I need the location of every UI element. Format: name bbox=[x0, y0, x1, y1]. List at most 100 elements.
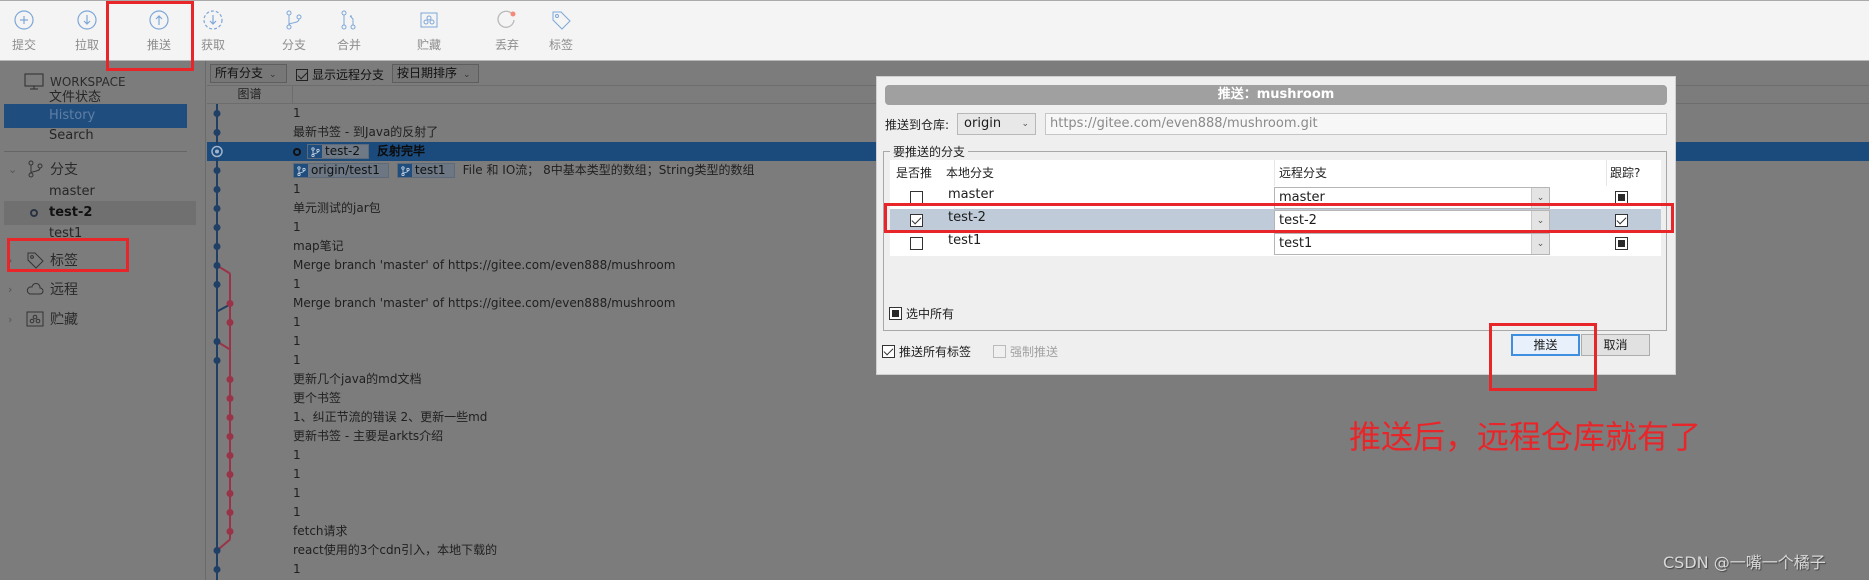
sidebar-group-tags[interactable]: › 标签 bbox=[8, 250, 78, 270]
push-checkbox[interactable] bbox=[910, 191, 923, 204]
tag-button[interactable]: 标签 bbox=[541, 9, 581, 53]
branch-row[interactable]: test1 test1 ⌄ bbox=[890, 232, 1661, 255]
branch-icon bbox=[397, 164, 412, 177]
chevron-down-icon: ⌄ bbox=[463, 70, 471, 80]
commit-button[interactable]: 提交 bbox=[4, 9, 44, 53]
show-remote-branches-checkbox[interactable]: 显示远程分支 bbox=[296, 66, 384, 83]
sort-select[interactable]: 按日期排序 ⌄ bbox=[392, 64, 479, 83]
graph-node[interactable] bbox=[226, 452, 234, 459]
remote-branch-select[interactable]: test1 ⌄ bbox=[1274, 233, 1550, 255]
push-checkbox[interactable] bbox=[910, 237, 923, 250]
merge-button[interactable]: 合并 bbox=[329, 9, 369, 53]
repo-value: origin bbox=[964, 116, 1002, 131]
sidebar-group-branches[interactable]: ⌄ 分支 bbox=[8, 159, 78, 179]
remote-branch-select[interactable]: test-2 ⌄ bbox=[1274, 210, 1550, 232]
graph-node[interactable] bbox=[226, 376, 234, 383]
push-all-tags-checkbox[interactable] bbox=[882, 345, 895, 358]
fetch-button[interactable]: 获取 bbox=[193, 9, 233, 53]
branch-row[interactable]: master master ⌄ bbox=[890, 186, 1661, 209]
branch-tag[interactable]: origin/test1 bbox=[293, 163, 389, 178]
repo-select[interactable]: origin ⌄ bbox=[957, 113, 1037, 135]
commit-row[interactable]: 1 bbox=[207, 465, 1869, 484]
chevron-down-icon: ⌄ bbox=[269, 70, 277, 80]
checkbox-icon bbox=[296, 68, 308, 81]
branch-filter-select[interactable]: 所有分支 ⌄ bbox=[210, 64, 287, 83]
push-button[interactable]: 推送 bbox=[139, 9, 179, 53]
remote-branch-select[interactable]: master ⌄ bbox=[1274, 187, 1550, 209]
graph-node[interactable] bbox=[213, 262, 221, 269]
current-branch-icon bbox=[30, 209, 38, 217]
graph-node[interactable] bbox=[213, 224, 221, 231]
dialog-cancel-button[interactable]: 取消 bbox=[1581, 334, 1650, 356]
push-checkbox[interactable] bbox=[910, 214, 923, 227]
graph-node[interactable] bbox=[213, 357, 221, 364]
graph-node[interactable] bbox=[213, 129, 221, 136]
branch-tag[interactable]: test1 bbox=[396, 163, 455, 178]
graph-node[interactable] bbox=[226, 433, 234, 440]
branches-label: 分支 bbox=[50, 162, 78, 178]
col-track: 跟踪? bbox=[1606, 160, 1640, 186]
graph-node[interactable] bbox=[226, 300, 234, 307]
local-branch: test1 bbox=[948, 233, 982, 248]
track-checkbox[interactable] bbox=[1615, 214, 1628, 227]
chevron-down-icon: ⌄ bbox=[1531, 234, 1549, 254]
repo-url-field[interactable]: https://gitee.com/even888/mushroom.git bbox=[1045, 113, 1667, 135]
graph-node[interactable] bbox=[213, 281, 221, 288]
graph-node[interactable] bbox=[213, 547, 221, 554]
branch-name: test1 bbox=[49, 226, 83, 241]
remote-branch-value: test1 bbox=[1279, 236, 1313, 251]
graph-node[interactable] bbox=[226, 319, 234, 326]
branch-button[interactable]: 分支 bbox=[274, 9, 314, 53]
track-checkbox[interactable] bbox=[1615, 237, 1628, 250]
graph-node[interactable] bbox=[213, 186, 221, 193]
commit-message: 更个书签 bbox=[293, 391, 342, 405]
branch-tag-label: test-2 bbox=[325, 144, 361, 158]
graph-node[interactable] bbox=[213, 110, 221, 117]
stash-icon bbox=[420, 12, 438, 28]
graph-node[interactable] bbox=[226, 471, 234, 478]
commit-row[interactable]: 1 bbox=[207, 484, 1869, 503]
force-push-checkbox[interactable] bbox=[993, 345, 1007, 358]
graph-node[interactable] bbox=[226, 490, 234, 497]
commit-message: 1 bbox=[293, 353, 301, 367]
pull-button[interactable]: 拉取 bbox=[67, 9, 107, 53]
tag-icon bbox=[27, 252, 44, 269]
track-checkbox[interactable] bbox=[1615, 191, 1628, 204]
branch-icon bbox=[286, 10, 302, 30]
select-all-checkbox[interactable]: 选中所有 bbox=[889, 305, 954, 322]
graph-node[interactable] bbox=[213, 338, 221, 345]
graph-node[interactable] bbox=[226, 414, 234, 421]
commit-message: 1 bbox=[293, 562, 301, 576]
graph-node[interactable] bbox=[213, 566, 221, 573]
graph-node[interactable] bbox=[226, 395, 234, 402]
stash-button[interactable]: 贮藏 bbox=[409, 9, 449, 53]
commit-message: fetch请求 bbox=[293, 524, 348, 538]
branch-row[interactable]: test-2 test-2 ⌄ bbox=[890, 209, 1661, 232]
sidebar-group-remotes[interactable]: › 远程 bbox=[8, 279, 78, 299]
sidebar-group-stashes[interactable]: › 贮藏 bbox=[8, 309, 78, 329]
checkbox-icon bbox=[889, 307, 902, 320]
chevron-down-icon: ⌄ bbox=[1531, 211, 1549, 231]
dialog-push-button[interactable]: 推送 bbox=[1511, 334, 1580, 356]
sidebar-branch-test1[interactable]: test1 bbox=[4, 222, 196, 246]
commit-row[interactable]: react使用的3个cdn引入，本地下载的 bbox=[207, 541, 1869, 560]
commit-row[interactable]: 1 bbox=[207, 503, 1869, 522]
sidebar: WORKSPACE 文件状态 History Search ⌄ 分支 maste… bbox=[0, 61, 206, 580]
graph-node[interactable] bbox=[213, 243, 221, 250]
branch-tag[interactable]: test-2 bbox=[307, 144, 370, 159]
chevron-right-icon: › bbox=[8, 253, 13, 267]
graph-node[interactable] bbox=[213, 167, 221, 174]
graph-node[interactable] bbox=[226, 528, 234, 535]
graph-node[interactable] bbox=[213, 205, 221, 212]
sidebar-item-search[interactable]: Search bbox=[4, 124, 187, 148]
commit-row[interactable]: 1 bbox=[207, 560, 1869, 579]
graph-node[interactable] bbox=[226, 509, 234, 516]
group-label: 要推送的分支 bbox=[890, 143, 969, 160]
select-all-label: 选中所有 bbox=[906, 307, 955, 321]
commit-row[interactable]: fetch请求 bbox=[207, 522, 1869, 541]
commit-row[interactable]: 更个书签 bbox=[207, 389, 1869, 408]
commit-message: 1 bbox=[293, 334, 301, 348]
fetch-label: 获取 bbox=[200, 38, 225, 52]
discard-button[interactable]: 丢弃 bbox=[487, 9, 527, 53]
commit-message: 1 bbox=[293, 220, 301, 234]
